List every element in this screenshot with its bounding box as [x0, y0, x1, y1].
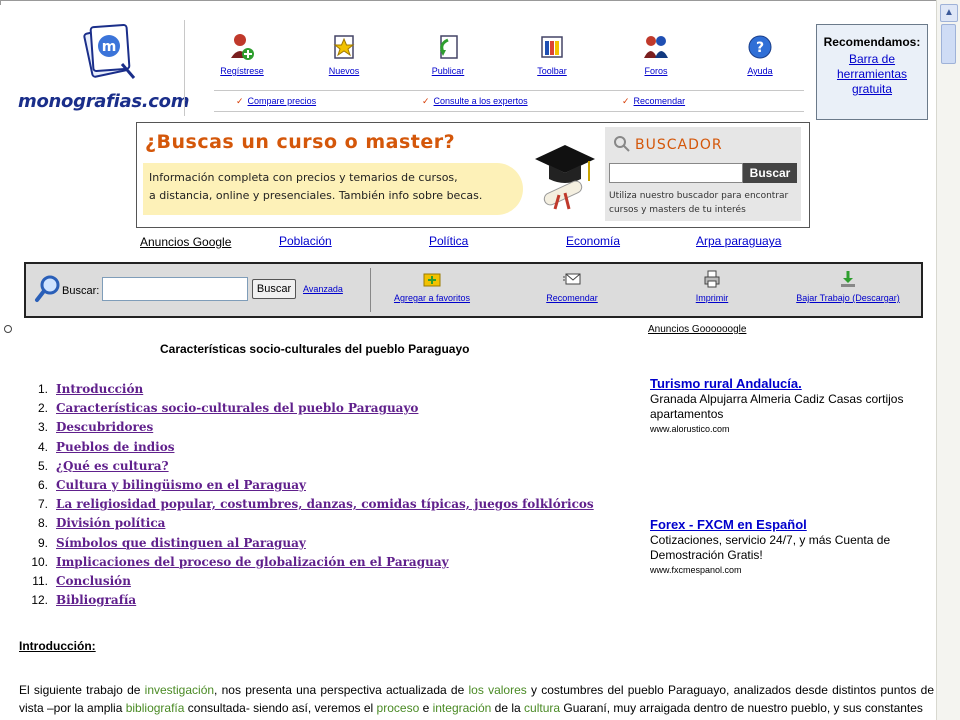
sub-link-compare[interactable]: ✓ Compare precios — [236, 96, 316, 107]
add-favorites-tool[interactable]: Agregar a favoritos — [372, 270, 492, 303]
scroll-up-icon[interactable]: ▲ — [940, 4, 958, 22]
toc-item[interactable]: 2. Características socio-culturales del p… — [26, 401, 586, 420]
keyword-link[interactable]: investigación — [145, 683, 214, 697]
magnifier-icon — [35, 275, 60, 302]
vertical-scrollbar[interactable]: ▲ — [936, 0, 960, 720]
keyword-link[interactable]: los valores — [469, 683, 527, 697]
side-ad-url: www.alorustico.com — [650, 424, 730, 434]
search-toolbar: Buscar: Buscar Avanzada Agregar a favori… — [24, 262, 923, 318]
article-title: Características socio-culturales del pue… — [160, 342, 470, 356]
keyword-link[interactable]: bibliografía — [126, 701, 185, 715]
help-icon: ? — [748, 35, 772, 59]
site-logo[interactable]: m monografias.com — [18, 18, 190, 116]
nav-item-toolbar[interactable]: Toolbar — [512, 32, 592, 76]
toc-item[interactable]: 7. La religiosidad popular, costumbres, d… — [26, 497, 594, 516]
sub-link-expertos[interactable]: ✓ Consulte a los expertos — [422, 96, 528, 107]
check-icon: ✓ — [236, 96, 244, 106]
keyword-link[interactable]: proceso — [377, 701, 420, 715]
forums-icon — [644, 36, 668, 58]
intro-paragraph: El siguiente trabajo de investigación, n… — [19, 683, 934, 715]
check-icon: ✓ — [422, 96, 430, 106]
keyword-link[interactable]: cultura — [524, 701, 560, 715]
nav-item-nuevos[interactable]: Nuevos — [304, 32, 384, 76]
toolbar-divider — [370, 268, 371, 312]
ad-link-politica[interactable]: Política — [429, 234, 468, 248]
nav-item-publicar[interactable]: Publicar — [408, 32, 488, 76]
site-wordmark: monografias.com — [18, 91, 190, 112]
side-ad-url: www.fxcmespanol.com — [650, 565, 742, 575]
course-ad-banner[interactable]: ¿Buscas un curso o master? Información c… — [136, 122, 810, 228]
banner-headline: ¿Buscas un curso o master? — [145, 131, 456, 153]
side-ad-title[interactable]: Turismo rural Andalucía. — [650, 376, 930, 391]
download-icon — [841, 271, 855, 287]
toc-item[interactable]: 11. Conclusión — [26, 574, 586, 593]
email-icon — [563, 273, 581, 285]
recommend-title: Recomendamos: — [823, 35, 921, 49]
toc-item[interactable]: 10. Implicaciones del proceso de globaliz… — [26, 555, 586, 574]
site-search-input[interactable] — [102, 277, 248, 301]
download-tool[interactable]: Bajar Trabajo (Descargar) — [788, 270, 908, 303]
secondary-nav: ✓ Compare precios ✓ Consulte a los experto… — [214, 90, 804, 112]
buscador-title: BUSCADOR — [635, 137, 723, 153]
side-ad[interactable]: Forex - FXCM en Español Cotizaciones, se… — [650, 517, 930, 575]
sub-link-recomendar[interactable]: ✓ Recomendar — [622, 96, 685, 107]
svg-text:m: m — [102, 39, 117, 55]
user-add-icon — [231, 34, 254, 60]
toc-item[interactable]: 4. Pueblos de indios — [26, 440, 586, 459]
page: m monografias.com Regístrese Nuevos Publ… — [0, 0, 960, 720]
side-ad[interactable]: Turismo rural Andalucía. Granada Alpujar… — [650, 376, 930, 434]
banner-text-2: a distancia, online y presenciales. Tamb… — [149, 189, 483, 202]
ad-link-arpa[interactable]: Arpa paraguaya — [696, 234, 781, 248]
intro-heading: Introducción: — [19, 639, 96, 653]
print-icon — [704, 270, 720, 288]
search-label: Buscar: — [62, 285, 100, 297]
top-nav: Regístrese Nuevos Publicar Toolbar Foros — [196, 32, 800, 84]
ad-link-economia[interactable]: Economía — [566, 234, 620, 248]
toolbar-promo-link[interactable]: Barra de herramientas gratuita — [817, 52, 927, 97]
toc-item[interactable]: 6. Cultura y bilingüismo en el Paraguay — [26, 478, 586, 497]
course-search-input[interactable] — [609, 163, 743, 183]
toc-item[interactable]: 9. Símbolos que distinguen al Paraguay — [26, 536, 586, 555]
google-ad-links: Anuncios Google Población Política Econo… — [140, 234, 840, 250]
resize-handle-left[interactable] — [4, 325, 12, 333]
buscador-note-2: cursos y masters de tu interés — [609, 205, 746, 215]
add-favorite-icon — [423, 273, 441, 287]
banner-text-1: Información completa con precios y temar… — [149, 171, 458, 184]
table-of-contents: 1. Introducción 2. Características socio-c… — [26, 382, 594, 612]
toc-item[interactable]: 1. Introducción — [26, 382, 586, 401]
toc-item[interactable]: 3. Descubridores — [26, 420, 586, 439]
nav-item-ayuda[interactable]: ? Ayuda — [720, 32, 800, 76]
course-search-box: BUSCADOR Buscar Utiliza nuestro buscador… — [605, 127, 801, 221]
notebook-logo-icon: m — [83, 23, 136, 79]
nav-item-foros[interactable]: Foros — [616, 32, 696, 76]
side-ads-heading[interactable]: Anuncios Goooooogle — [648, 324, 746, 335]
keyword-link[interactable]: integración — [433, 701, 492, 715]
window-frame — [0, 0, 940, 5]
new-star-icon — [333, 35, 355, 59]
side-ad-desc: Granada Alpujarra Almeria Cadiz Casas co… — [650, 392, 904, 421]
side-ad-title[interactable]: Forex - FXCM en Español — [650, 517, 930, 532]
toc-item[interactable]: 8. División política — [26, 516, 586, 535]
google-ads-label[interactable]: Anuncios Google — [140, 235, 231, 249]
toolbar-icon — [541, 36, 563, 58]
check-icon: ✓ — [622, 96, 630, 106]
side-ad-desc: Cotizaciones, servicio 24/7, y más Cuent… — [650, 533, 891, 562]
toc-item[interactable]: 5. ¿Qué es cultura? — [26, 459, 586, 478]
ad-link-poblacion[interactable]: Población — [279, 234, 332, 248]
search-icon — [614, 136, 630, 152]
buscador-note-1: Utiliza nuestro buscador para encontrar — [609, 191, 789, 201]
toc-item[interactable]: 12. Bibliografía — [26, 593, 586, 612]
course-search-button[interactable]: Buscar — [743, 163, 797, 183]
svg-text:?: ? — [756, 40, 764, 56]
graduation-cap-icon — [535, 145, 595, 210]
nav-item-registrese[interactable]: Regístrese — [202, 32, 282, 76]
scrollbar-thumb[interactable] — [941, 24, 956, 64]
nav-divider — [184, 20, 185, 116]
print-tool[interactable]: Imprimir — [652, 270, 772, 303]
site-search-button[interactable]: Buscar — [252, 279, 296, 299]
advanced-search-link[interactable]: Avanzada — [303, 284, 343, 294]
publish-icon — [440, 35, 458, 59]
recommend-box: Recomendamos: Barra de herramientas grat… — [816, 24, 928, 120]
recommend-tool[interactable]: Recomendar — [512, 270, 632, 303]
